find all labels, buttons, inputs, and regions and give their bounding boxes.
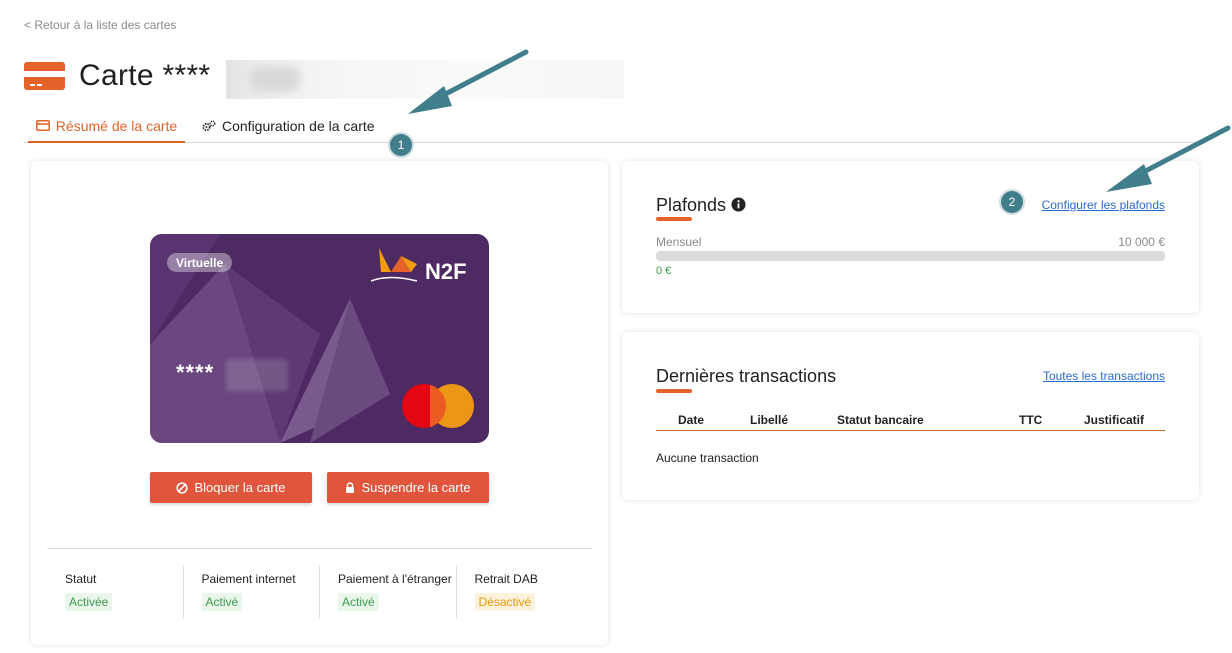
atm-withdrawal-column: Retrait DAB Désactivé — [457, 565, 593, 619]
title-underline — [656, 217, 692, 221]
foreign-payment-column: Paiement à l'étranger Activé — [320, 565, 457, 619]
col-ttc: TTC — [1019, 413, 1043, 427]
recent-transactions-panel: Dernières transactions Toutes les transa… — [622, 332, 1199, 500]
brand-text: N2F — [425, 259, 467, 284]
divider — [47, 548, 592, 549]
back-to-cards-link[interactable]: < Retour à la liste des cartes — [24, 18, 176, 32]
redacted-card-number — [226, 359, 288, 391]
internet-payment-column: Paiement internet Activé — [184, 565, 320, 619]
card-icon — [35, 120, 50, 131]
annotation-badge-1: 1 — [390, 134, 412, 156]
transactions-table-header: Date Libellé Statut bancaire TTC Justifi… — [656, 413, 1165, 431]
configure-limits-link[interactable]: Configurer les plafonds — [1042, 198, 1165, 212]
n2f-logo: N2F — [371, 248, 467, 284]
redacted-card-name — [226, 60, 624, 99]
info-icon[interactable] — [731, 197, 746, 212]
col-bank-status: Statut bancaire — [837, 413, 924, 427]
suspend-card-button[interactable]: Suspendre la carte — [327, 472, 489, 503]
all-transactions-link[interactable]: Toutes les transactions — [1043, 369, 1165, 383]
limit-max-value: 10 000 € — [1118, 235, 1165, 249]
suspend-card-label: Suspendre la carte — [361, 480, 471, 495]
block-card-label: Bloquer la carte — [194, 480, 286, 495]
atm-withdrawal-badge: Désactivé — [474, 593, 536, 611]
col-date: Date — [678, 413, 705, 427]
limits-title: Plafonds — [656, 195, 727, 215]
col-receipt: Justificatif — [1084, 413, 1145, 427]
limit-used-value: 0 € — [656, 265, 672, 277]
status-label: Statut — [65, 572, 97, 586]
card-status-grid: Statut Activée Paiement internet Activé … — [47, 565, 592, 619]
empty-transactions-text: Aucune transaction — [656, 451, 759, 465]
internet-payment-label: Paiement internet — [201, 572, 296, 586]
status-value-badge: Activée — [65, 593, 113, 611]
card-number: **** — [176, 360, 215, 385]
status-column: Statut Activée — [47, 565, 184, 619]
tab-label: Résumé de la carte — [55, 117, 178, 134]
limit-progress-bar — [656, 251, 1165, 261]
foreign-payment-label: Paiement à l'étranger — [338, 572, 452, 586]
tab-bar: Résumé de la carte Configuration de la c… — [24, 110, 1200, 143]
mastercard-logo — [402, 384, 474, 428]
credit-card-icon — [24, 62, 65, 90]
lock-icon — [346, 481, 355, 493]
foreign-payment-badge: Activé — [338, 593, 379, 611]
tab-card-configuration[interactable]: Configuration de la carte — [202, 110, 375, 142]
card-summary-panel: Virtuelle N2F **** Bloquer la carte Susp… — [31, 161, 608, 645]
limits-panel: Plafonds Configurer les plafonds 2 Mensu… — [622, 161, 1199, 313]
annotation-badge-2: 2 — [1001, 191, 1023, 213]
virtual-card-visual: Virtuelle N2F **** — [150, 234, 489, 443]
col-label: Libellé — [750, 413, 789, 427]
internet-payment-badge: Activé — [201, 593, 243, 611]
gears-icon — [202, 120, 216, 132]
virtual-tag: Virtuelle — [167, 253, 233, 272]
tab-card-summary[interactable]: Résumé de la carte — [28, 110, 185, 143]
tab-label: Configuration de la carte — [222, 118, 375, 134]
limits-title-row: Plafonds — [656, 195, 746, 216]
page-title: Carte **** — [79, 59, 211, 92]
block-card-button[interactable]: Bloquer la carte — [150, 472, 312, 503]
page-header: Carte **** — [24, 58, 210, 94]
limit-period-label: Mensuel — [656, 235, 702, 249]
ban-icon — [176, 481, 189, 494]
atm-withdrawal-label: Retrait DAB — [474, 572, 538, 586]
title-underline — [656, 389, 692, 393]
transactions-title: Dernières transactions — [656, 366, 837, 386]
